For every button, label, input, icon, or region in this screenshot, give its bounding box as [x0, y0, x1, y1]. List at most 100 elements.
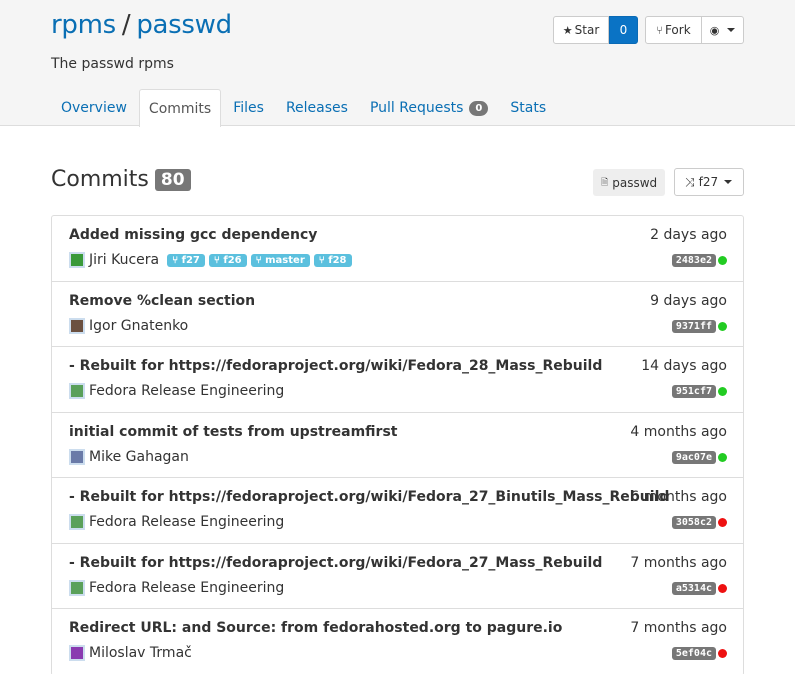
- commit-row[interactable]: Redirect URL: and Source: from fedorahos…: [52, 609, 743, 674]
- commit-hash-badge[interactable]: 9371ff: [671, 319, 716, 333]
- commit-row[interactable]: Added missing gcc dependency Jiri Kucera ⑂…: [52, 216, 743, 282]
- tab-stats[interactable]: Stats: [500, 89, 556, 126]
- branch-tag[interactable]: ⑂ f27: [167, 253, 205, 267]
- branch-tags: ⑂ f27 ⑂ f26 ⑂ master ⑂ f28: [167, 253, 355, 267]
- star-group: ★ Star 0: [553, 16, 638, 44]
- star-icon: ★: [562, 23, 573, 37]
- commit-hash-badge[interactable]: 5ef04c: [671, 647, 716, 660]
- repo-name-link[interactable]: passwd: [136, 10, 232, 40]
- commit-author: Igor Gnatenko: [69, 317, 188, 334]
- author-name[interactable]: Mike Gahagan: [89, 449, 189, 465]
- file-icon: 🗎: [601, 177, 609, 188]
- commit-row[interactable]: - Rebuilt for https://fedoraproject.org/…: [52, 544, 743, 609]
- ci-status-icon[interactable]: [718, 256, 727, 265]
- branch-tag-label: f26: [223, 254, 242, 266]
- commit-message-link[interactable]: - Rebuilt for https://fedoraproject.org/…: [69, 555, 602, 571]
- pull-requests-count-badge: 0: [469, 100, 489, 116]
- tab-commits[interactable]: Commits: [138, 89, 222, 127]
- star-count-button[interactable]: 0: [609, 16, 638, 44]
- commit-date: 7 months ago: [630, 554, 727, 571]
- title-separator: /: [121, 10, 131, 40]
- commit-hash-wrap: 951cf7: [671, 385, 727, 398]
- author-name[interactable]: Miloslav Trmač: [89, 645, 192, 661]
- commit-hash-wrap: 2483e2: [671, 254, 727, 267]
- ci-status-icon[interactable]: [718, 518, 727, 527]
- branch-label: 🗎 passwd: [593, 169, 666, 196]
- commit-hash-badge[interactable]: 3058c2: [671, 516, 716, 529]
- branch-select[interactable]: ⤨ f27: [674, 168, 744, 196]
- commit-hash-badge[interactable]: 2483e2: [671, 254, 716, 267]
- branch-label-text: passwd: [612, 175, 658, 190]
- commit-hash-wrap: 9371ff: [671, 319, 727, 333]
- commit-author: Fedora Release Engineering: [69, 383, 284, 399]
- avatar: [69, 383, 85, 399]
- author-name[interactable]: Fedora Release Engineering: [89, 383, 284, 399]
- tab-releases[interactable]: Releases: [276, 89, 358, 126]
- commit-row[interactable]: - Rebuilt for https://fedoraproject.org/…: [52, 347, 743, 413]
- avatar: [69, 579, 85, 596]
- commit-author: Jiri Kucera ⑂ f27 ⑂ f26 ⑂ master ⑂ f28: [69, 252, 356, 268]
- commit-hash-wrap: 3058c2: [671, 516, 727, 529]
- commit-message-link[interactable]: Remove %clean section: [69, 293, 255, 309]
- branch-tag-label: f27: [181, 254, 200, 266]
- commit-message-link[interactable]: - Rebuilt for https://fedoraproject.org/…: [69, 358, 602, 374]
- commit-author: Miloslav Trmač: [69, 645, 192, 661]
- commit-message-link[interactable]: initial commit of tests from upstreamfir…: [69, 424, 397, 440]
- author-name[interactable]: Fedora Release Engineering: [89, 514, 284, 530]
- commit-author: Fedora Release Engineering: [69, 514, 284, 530]
- commit-author: Mike Gahagan: [69, 448, 189, 465]
- commit-row[interactable]: Remove %clean section Igor Gnatenko 9 days…: [52, 282, 743, 347]
- tab-label: Files: [233, 100, 264, 116]
- ci-status-icon[interactable]: [718, 649, 727, 658]
- tab-overview[interactable]: Overview: [51, 89, 137, 126]
- author-name[interactable]: Fedora Release Engineering: [89, 580, 284, 596]
- branch-tag[interactable]: ⑂ f26: [208, 253, 247, 267]
- tab-files[interactable]: Files: [223, 89, 274, 126]
- author-name[interactable]: Jiri Kucera: [89, 252, 159, 268]
- commits-title: Commits: [51, 167, 149, 192]
- chevron-down-icon: [727, 28, 736, 32]
- tab-label: Releases: [285, 100, 348, 116]
- commit-row[interactable]: initial commit of tests from upstreamfir…: [52, 413, 743, 478]
- commit-hash-badge[interactable]: 9ac07e: [671, 450, 716, 464]
- star-label: Star: [574, 23, 600, 37]
- commit-hash-wrap: a5314c: [671, 581, 727, 595]
- repo-tabs: Overview Commits Files Releases Pull Req…: [51, 89, 558, 127]
- commit-date: 9 days ago: [650, 292, 727, 309]
- repo-description: The passwd rpms: [51, 56, 174, 72]
- commit-message-link[interactable]: Added missing gcc dependency: [69, 227, 317, 243]
- commit-hash-badge[interactable]: 951cf7: [671, 385, 716, 398]
- commit-hash-badge[interactable]: a5314c: [671, 581, 716, 595]
- fork-button[interactable]: ⑂ Fork: [645, 16, 702, 44]
- repo-header: rpms / passwd The passwd rpms ★ Star 0 ⑂ F…: [0, 0, 795, 127]
- tab-label: Stats: [510, 100, 547, 116]
- tab-pull-requests[interactable]: Pull Requests 0: [360, 89, 498, 126]
- star-button[interactable]: ★ Star: [553, 16, 609, 44]
- branch-tag[interactable]: ⑂ master: [250, 253, 310, 267]
- watch-dropdown-button[interactable]: ◉: [702, 16, 744, 44]
- branch-tag-label: master: [265, 254, 305, 266]
- commit-author: Fedora Release Engineering: [69, 579, 284, 596]
- fork-group: ⑂ Fork ◉: [645, 16, 744, 44]
- branch-icon: ⑂: [318, 254, 329, 266]
- ci-status-icon[interactable]: [718, 583, 727, 593]
- namespace-link[interactable]: rpms: [51, 10, 116, 40]
- ci-status-icon[interactable]: [718, 387, 727, 396]
- commits-heading: Commits 80: [51, 167, 191, 192]
- tab-label: Pull Requests: [369, 100, 464, 116]
- ci-status-icon[interactable]: [718, 452, 727, 462]
- commits-count-badge: 80: [154, 168, 191, 191]
- branch-tag-label: f28: [328, 254, 347, 266]
- avatar: [69, 514, 85, 530]
- commit-message-link[interactable]: Redirect URL: and Source: from fedorahos…: [69, 620, 562, 636]
- branch-tag[interactable]: ⑂ f28: [313, 253, 352, 267]
- commit-message-link[interactable]: - Rebuilt for https://fedoraproject.org/…: [69, 489, 669, 505]
- commit-date: 6 months ago: [630, 489, 727, 505]
- shuffle-icon: ⤨: [685, 174, 695, 189]
- author-name[interactable]: Igor Gnatenko: [89, 318, 188, 334]
- chevron-down-icon: [724, 180, 733, 184]
- commit-date: 4 months ago: [630, 423, 727, 440]
- fork-label: Fork: [664, 23, 691, 37]
- ci-status-icon[interactable]: [718, 321, 727, 331]
- commit-row[interactable]: - Rebuilt for https://fedoraproject.org/…: [52, 478, 743, 544]
